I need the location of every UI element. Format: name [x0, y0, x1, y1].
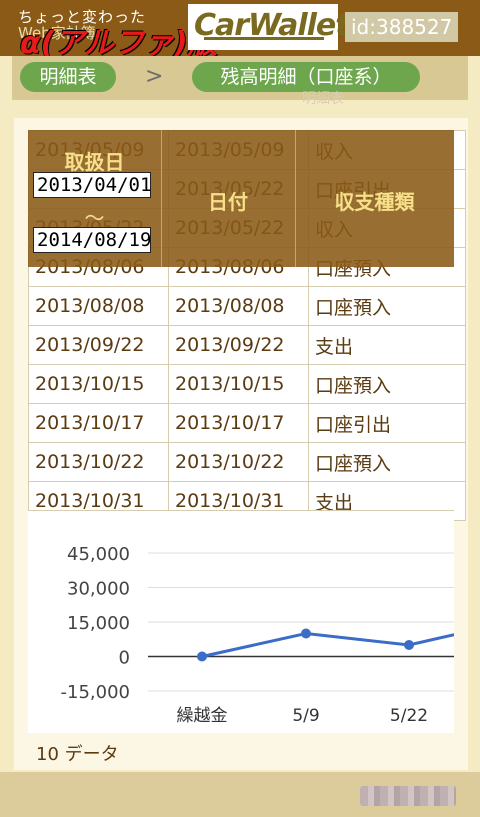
breadcrumb: 明細表 > 残高明細（口座系）: [12, 56, 468, 100]
breadcrumb-statement-link[interactable]: 明細表: [20, 62, 116, 92]
footer: [0, 772, 480, 817]
carwallet-logo[interactable]: CarWallet: [188, 4, 350, 50]
table-row[interactable]: 2013/10/15 2013/10/15 口座預入: [28, 364, 466, 404]
cell-type: 口座引出: [308, 403, 466, 443]
cell-type: 支出: [308, 325, 466, 365]
cell-type: 口座預入: [308, 364, 466, 404]
y-tick-label: 0: [119, 648, 130, 669]
table-row[interactable]: 2013/09/22 2013/09/22 支出: [28, 325, 466, 365]
app-logo[interactable]: ちょっと変わった Web家計簿 α(アルファ)版: [16, 4, 218, 61]
cell-date: 2013/10/15: [168, 364, 309, 404]
cell-date: 2013/08/08: [168, 286, 309, 326]
y-tick-label: 30,000: [67, 579, 130, 600]
header-type: 収支種類: [295, 130, 454, 267]
x-tick-label: 5/9: [292, 706, 319, 726]
balance-chart-svg: 45,000 30,000 15,000 0 -15,000 繰越金 5/9 5/22: [61, 544, 455, 726]
breadcrumb-separator: >: [145, 64, 164, 89]
cell-transaction-date: 2013/09/22: [28, 325, 169, 365]
y-tick-label: 15,000: [67, 613, 130, 634]
balance-chart: 45,000 30,000 15,000 0 -15,000 繰越金 5/9 5/22: [28, 510, 455, 733]
header-label-transaction-date: 取扱日: [64, 150, 125, 174]
table-row[interactable]: 2013/08/08 2013/08/08 口座預入: [28, 286, 466, 326]
y-tick-label: 45,000: [67, 544, 130, 565]
table-header: 取扱日 2013/04/01 ～ 2014/08/19 日付 収支種類: [28, 130, 454, 267]
table-row[interactable]: 2013/10/22 2013/10/22 口座預入: [28, 442, 466, 482]
cell-type: 口座預入: [308, 442, 466, 482]
data-point: [197, 651, 207, 662]
cell-date: 2013/09/22: [168, 325, 309, 365]
header-date: 日付: [161, 130, 296, 267]
cell-transaction-date: 2013/10/15: [28, 364, 169, 404]
date-from-input[interactable]: 2013/04/01: [33, 172, 151, 198]
cell-transaction-date: 2013/10/17: [28, 403, 169, 443]
user-id-badge: id:388527: [345, 12, 459, 42]
y-tick-label: -15,000: [61, 682, 130, 703]
cell-type: 口座預入: [308, 286, 466, 326]
footer-blurred-logo: [360, 786, 456, 806]
header-label-type: 収支種類: [334, 190, 415, 214]
header-transaction-date: 取扱日 2013/04/01 ～ 2014/08/19: [28, 130, 162, 267]
ghost-breadcrumb-text: 明細表: [302, 91, 344, 107]
record-count: 10 データ: [36, 744, 119, 765]
table-row[interactable]: 2013/10/17 2013/10/17 口座引出: [28, 403, 466, 443]
app-header: ちょっと変わった Web家計簿 α(アルファ)版 CarWallet id:38…: [0, 0, 480, 61]
header-label-date: 日付: [208, 190, 248, 214]
x-tick-label: 繰越金: [177, 706, 228, 726]
cell-date: 2013/10/17: [168, 403, 309, 443]
data-point: [301, 628, 311, 639]
x-tick-label: 5/22: [390, 706, 428, 726]
series-line: [201, 631, 455, 658]
data-point: [404, 640, 414, 650]
cell-date: 2013/10/22: [168, 442, 309, 482]
cell-transaction-date: 2013/08/08: [28, 286, 169, 326]
cell-transaction-date: 2013/10/22: [28, 442, 169, 482]
logo-arrow-icon: [204, 37, 324, 40]
date-to-input[interactable]: 2014/08/19: [33, 227, 151, 253]
